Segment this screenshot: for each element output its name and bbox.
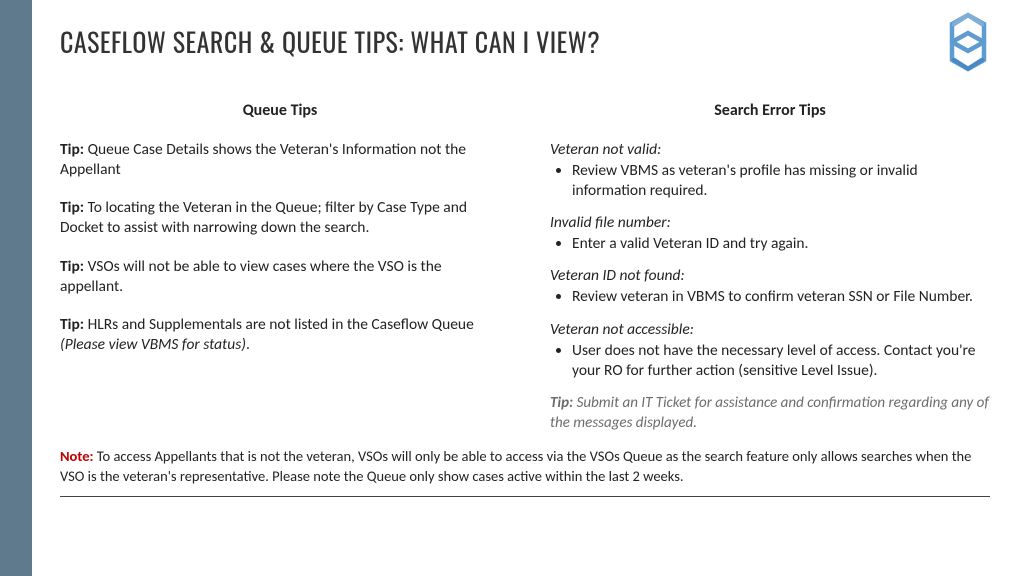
error-group: Veteran not valid: Review VBMS as vetera… [550,140,990,201]
error-item: Review veteran in VBMS to confirm vetera… [572,287,990,307]
error-item: Enter a valid Veteran ID and try again. [572,234,990,254]
error-heading: Veteran ID not found: [550,266,990,285]
tip-item: Tip: Queue Case Details shows the Vetera… [60,140,500,180]
tip-text: HLRs and Supplementals are not listed in… [84,315,474,334]
tip-text: To locating the Veteran in the Queue; fi… [60,198,467,237]
tip-text: Queue Case Details shows the Veteran's I… [60,140,466,179]
queue-tips-header: Queue Tips [60,101,500,120]
tip-item: Tip: HLRs and Supplementals are not list… [60,315,500,355]
error-group: Invalid file number: Enter a valid Veter… [550,213,990,254]
tip-text: VSOs will not be able to view cases wher… [60,257,442,296]
search-error-header: Search Error Tips [550,101,990,120]
error-item: Review VBMS as veteran's profile has mis… [572,161,990,201]
columns: Queue Tips Tip: Queue Case Details shows… [60,101,990,433]
error-list: Enter a valid Veteran ID and try again. [550,234,990,254]
left-sidebar [0,0,32,576]
tip-label: Tip: [550,394,573,412]
note-block: Note: To access Appellants that is not t… [60,447,990,486]
page-title: CASEFLOW SEARCH & QUEUE TIPS: WHAT CAN I… [60,22,990,61]
error-heading: Invalid file number: [550,213,990,232]
tip-text: Submit an IT Ticket for assistance and c… [550,394,989,432]
search-error-column: Search Error Tips Veteran not valid: Rev… [550,101,990,433]
tip-aside: (Please view VBMS for status) [60,335,246,354]
error-heading: Veteran not accessible: [550,320,990,339]
note-label: Note: [60,447,94,465]
error-group: Veteran ID not found: Review veteran in … [550,266,990,307]
error-list: Review VBMS as veteran's profile has mis… [550,161,990,201]
tip-item: Tip: VSOs will not be able to view cases… [60,257,500,297]
slide-content: CASEFLOW SEARCH & QUEUE TIPS: WHAT CAN I… [32,0,1024,576]
tip-item: Tip: To locating the Veteran in the Queu… [60,198,500,238]
tip-label: Tip: [60,198,84,217]
error-heading: Veteran not valid: [550,140,990,159]
tip-label: Tip: [60,257,84,276]
tip-trail: . [246,335,250,354]
note-text: To access Appellants that is not the vet… [60,447,971,485]
tip-label: Tip: [60,315,84,334]
tip-label: Tip: [60,140,84,159]
error-group: Veteran not accessible: User does not ha… [550,320,990,381]
error-list: User does not have the necessary level o… [550,341,990,381]
queue-tips-column: Queue Tips Tip: Queue Case Details shows… [60,101,500,433]
search-tip-italic: Tip: Submit an IT Ticket for assistance … [550,393,990,434]
divider [60,496,990,497]
knot-logo-icon [936,10,1000,74]
error-list: Review veteran in VBMS to confirm vetera… [550,287,990,307]
error-item: User does not have the necessary level o… [572,341,990,381]
